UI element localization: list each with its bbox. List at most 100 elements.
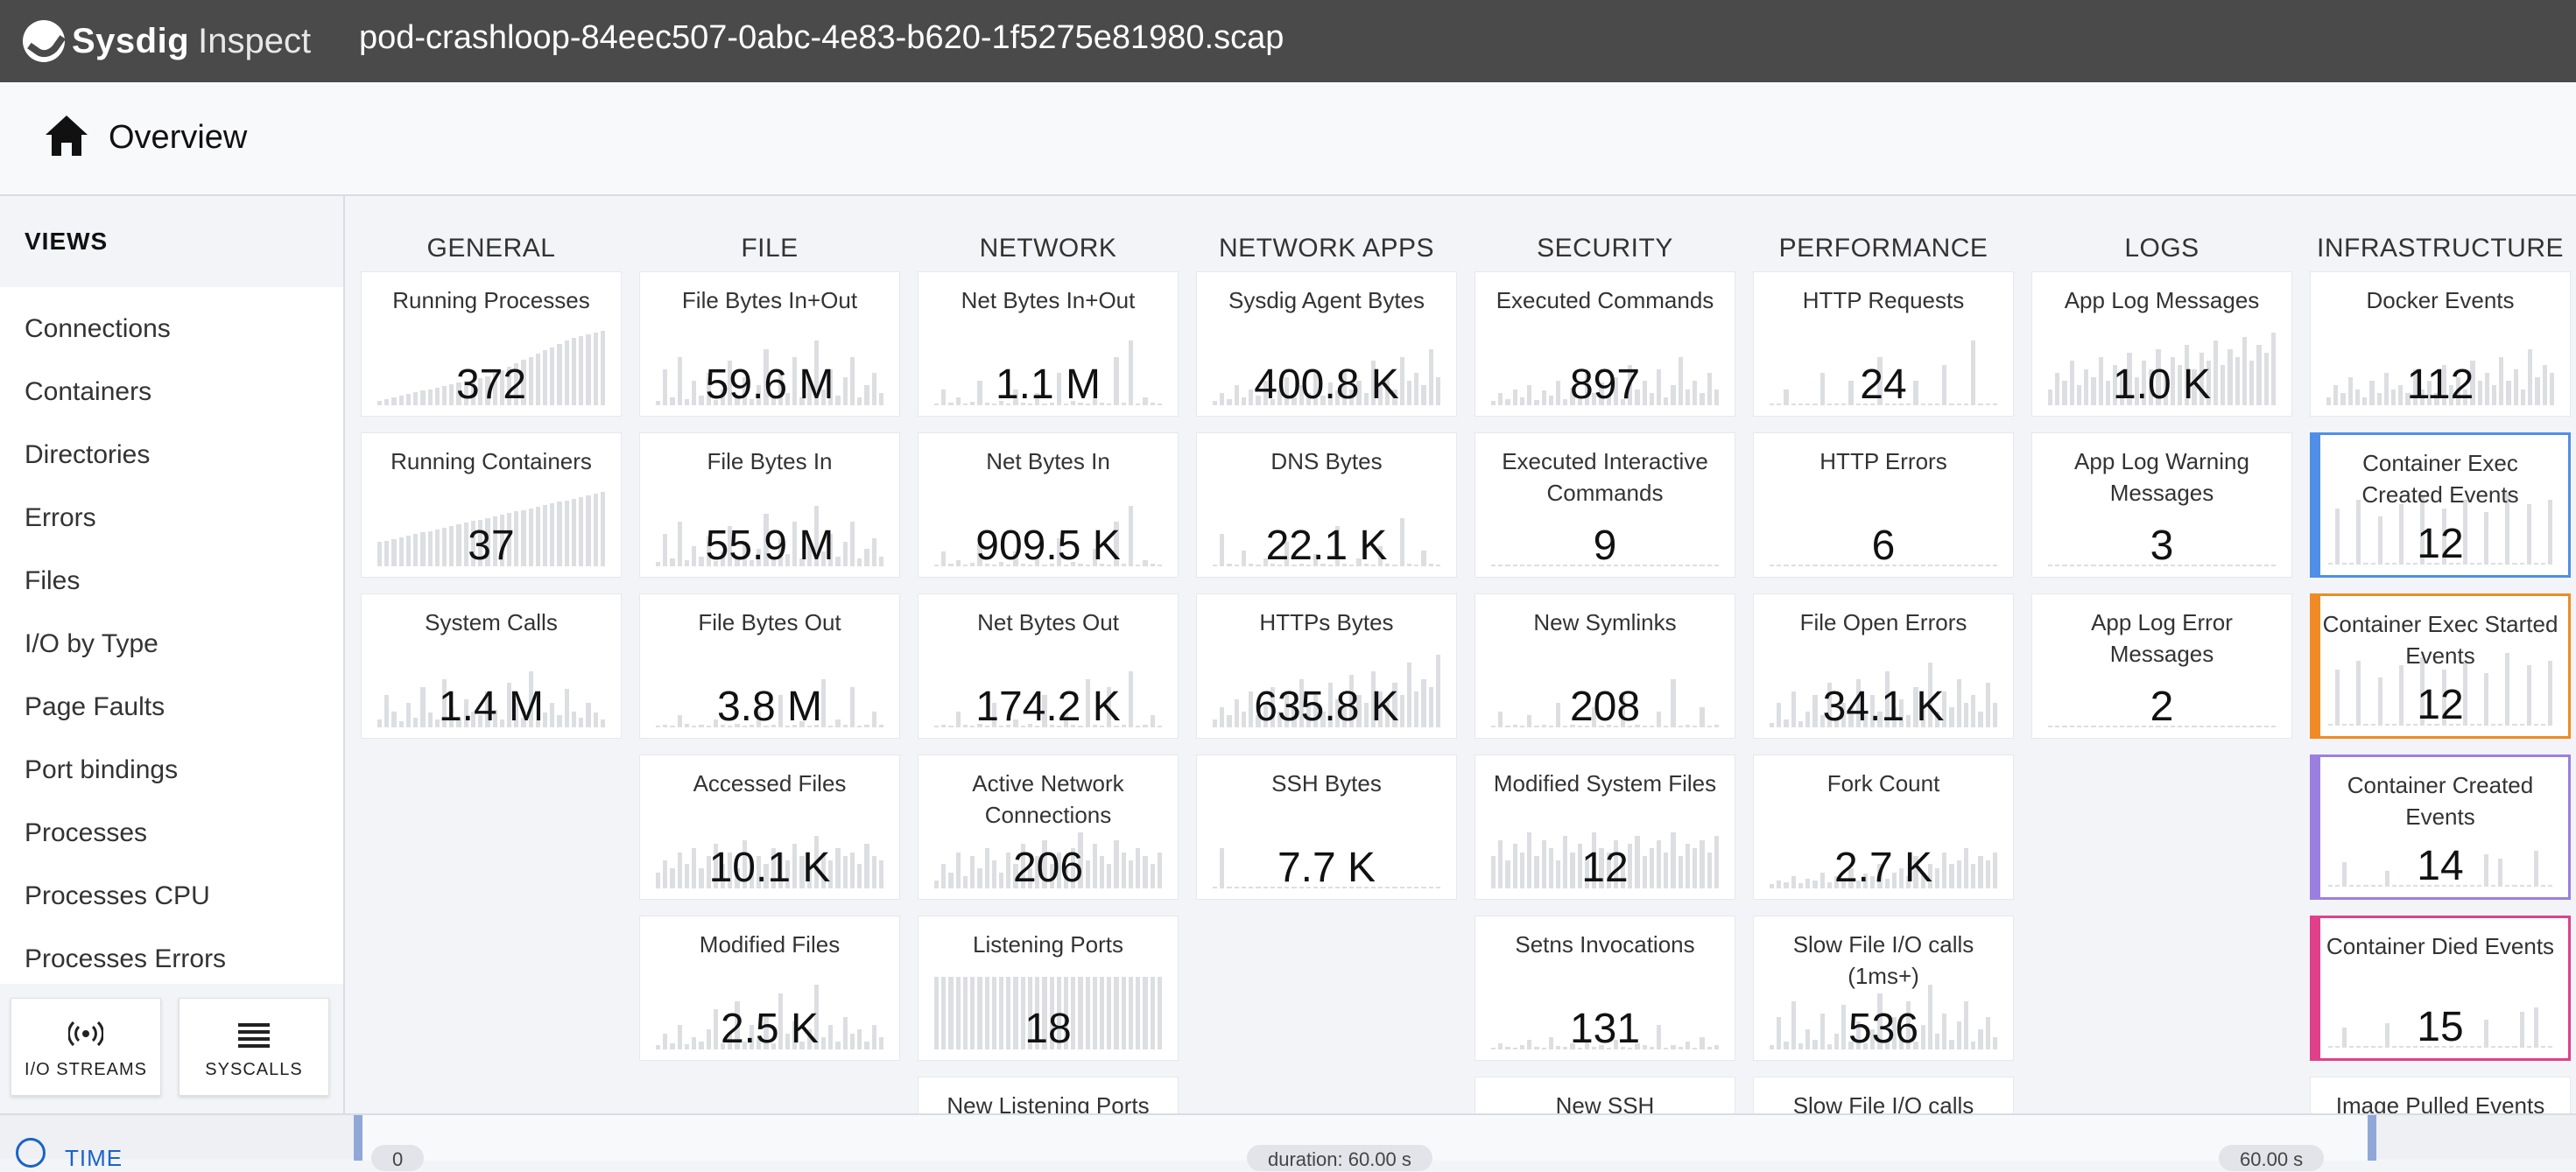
metric-tile-app-log-error-messages[interactable]: App Log Error Messages 2 (2031, 593, 2292, 739)
io-streams-button[interactable]: I/O STREAMS (11, 998, 161, 1096)
metric-value: 2.5 K (720, 1006, 820, 1052)
column-heading: SECURITY (1537, 234, 1673, 263)
metric-title: Sysdig Agent Bytes (1228, 287, 1425, 313)
sidebar-item-processes-errors[interactable]: Processes Errors (0, 928, 343, 991)
sidebar-item-containers[interactable]: Containers (0, 361, 343, 424)
metric-tile-new-ssh[interactable]: New SSH (1475, 1077, 1735, 1113)
metric-tile-app-log-messages[interactable]: App Log Messages 1.0 K (2031, 271, 2292, 417)
metric-tile-app-log-warning-messages[interactable]: App Log Warning Messages 3 (2031, 432, 2292, 578)
metric-tile-fork-count[interactable]: Fork Count 2.7 K (1753, 754, 2014, 900)
metric-title: Setns Invocations (1515, 931, 1695, 958)
metric-value: 59.6 M (705, 361, 834, 408)
views-list: Connections Containers Directories Errors Fi… (0, 287, 343, 991)
metric-tile-running-containers[interactable]: Running Containers 37 (361, 432, 622, 578)
metric-tile-modified-system-files[interactable]: Modified System Files 12 (1475, 754, 1735, 900)
metric-value: 536 (1848, 1006, 1919, 1052)
metric-value: 18 (1024, 1006, 1072, 1052)
metric-title: File Bytes In+Out (681, 287, 858, 313)
timeline-start: 0 (371, 1145, 425, 1171)
sidebar-item-processes-cpu[interactable]: Processes CPU (0, 865, 343, 928)
sidebar-item-page-faults[interactable]: Page Faults (0, 676, 343, 739)
metric-tile-sysdig-agent-bytes[interactable]: Sysdig Agent Bytes 400.8 K (1196, 271, 1457, 417)
metric-value: 2.7 K (1833, 845, 1933, 891)
metric-tile-slow-file-i-o-calls[interactable]: Slow File I/O calls (1753, 1077, 2014, 1113)
metric-tile-file-bytes-in[interactable]: File Bytes In 55.9 M (639, 432, 900, 578)
sidebar-item-files[interactable]: Files (0, 550, 343, 613)
metric-tile-modified-files[interactable]: Modified Files 2.5 K (639, 916, 900, 1061)
metric-value: 1.4 M (438, 684, 545, 730)
metric-tile-net-bytes-in-out[interactable]: Net Bytes In+Out 1.1 M (918, 271, 1179, 417)
column-heading: FILE (741, 234, 799, 263)
metric-tile-executed-commands[interactable]: Executed Commands 897 (1475, 271, 1735, 417)
metric-value: 3.8 M (716, 684, 823, 730)
metric-title: DNS Bytes (1270, 448, 1383, 474)
metric-tile-active-network-connections[interactable]: Active Network Connections 206 (918, 754, 1179, 900)
metric-title: Docker Events (2366, 287, 2515, 313)
metric-value: 3 (2150, 523, 2174, 569)
metric-title: Net Bytes In+Out (961, 287, 1136, 313)
metric-title: Slow File I/O calls (1792, 1092, 1974, 1113)
syscalls-button[interactable]: SYSCALLS (179, 998, 329, 1096)
metric-tile-net-bytes-out[interactable]: Net Bytes Out 174.2 K (918, 593, 1179, 739)
column-heading: NETWORK APPS (1218, 234, 1435, 263)
metric-tile-container-died-events[interactable]: Container Died Events 15 (2310, 916, 2571, 1061)
views-heading: VIEWS (0, 196, 343, 287)
metric-tile-file-bytes-in-out[interactable]: File Bytes In+Out 59.6 M (639, 271, 900, 417)
metric-tile-listening-ports[interactable]: Listening Ports 18 (918, 916, 1179, 1061)
metric-tile-ssh-bytes[interactable]: SSH Bytes 7.7 K (1196, 754, 1457, 900)
metric-title: Image Pulled Events (2335, 1092, 2545, 1113)
sidebar-item-port-bindings[interactable]: Port bindings (0, 739, 343, 802)
metric-title: New Listening Ports (947, 1092, 1150, 1113)
metric-value: 12 (2417, 521, 2464, 567)
metric-tile-running-processes[interactable]: Running Processes 372 (361, 271, 622, 417)
metric-title: HTTPs Bytes (1259, 609, 1394, 635)
metric-value: 10.1 K (708, 845, 831, 891)
sidebar-item-errors[interactable]: Errors (0, 487, 343, 550)
metric-tile-setns-invocations[interactable]: Setns Invocations 131 (1475, 916, 1735, 1061)
metric-title: Modified Files (699, 931, 841, 958)
metric-value: 400.8 K (1254, 361, 1399, 408)
metric-tile-http-errors[interactable]: HTTP Errors 6 (1753, 432, 2014, 578)
metric-tile-http-requests[interactable]: HTTP Requests 24 (1753, 271, 2014, 417)
metric-value: 208 (1569, 684, 1641, 730)
io-streams-label: I/O STREAMS (25, 1060, 147, 1079)
metric-tile-file-open-errors[interactable]: File Open Errors 34.1 K (1753, 593, 2014, 739)
brand[interactable]: Sysdig Inspect (23, 16, 311, 67)
home-icon[interactable] (44, 114, 89, 158)
metric-tile-new-symlinks[interactable]: New Symlinks 208 (1475, 593, 1735, 739)
sidebar-item-connections[interactable]: Connections (0, 298, 343, 361)
metric-tile-accessed-files[interactable]: Accessed Files 10.1 K (639, 754, 900, 900)
metric-title: Accessed Files (693, 770, 847, 797)
metric-tile-executed-interactive-commands[interactable]: Executed Interactive Commands 9 (1475, 432, 1735, 578)
metric-title: Listening Ports (973, 931, 1123, 958)
metric-tile-slow-file-i-o-calls-1ms[interactable]: Slow File I/O calls (1ms+) 536 (1753, 916, 2014, 1061)
metric-tile-container-exec-started-events[interactable]: Container Exec Started Events 12 (2310, 593, 2571, 739)
metric-tile-file-bytes-out[interactable]: File Bytes Out 3.8 M (639, 593, 900, 739)
metric-value: 12 (2417, 682, 2464, 728)
column-security: SECURITY Executed Commands 897 Executed Int… (1475, 196, 1735, 1113)
sidebar-item-directories[interactable]: Directories (0, 424, 343, 487)
metric-value: 131 (1569, 1006, 1641, 1052)
metric-tile-container-created-events[interactable]: Container Created Events 14 (2310, 754, 2571, 900)
column-heading: NETWORK (979, 234, 1117, 263)
sidebar-item-i-o-by-type[interactable]: I/O by Type (0, 613, 343, 676)
metric-tile-https-bytes[interactable]: HTTPs Bytes 635.8 K (1196, 593, 1457, 739)
overview-header: Overview (0, 82, 2576, 196)
metric-tile-new-listening-ports[interactable]: New Listening Ports (918, 1077, 1179, 1113)
metric-value: 55.9 M (705, 523, 834, 569)
metric-value: 2 (2150, 684, 2174, 730)
metric-title: App Log Warning Messages (2074, 448, 2249, 506)
metric-tile-dns-bytes[interactable]: DNS Bytes 22.1 K (1196, 432, 1457, 578)
timeline-slider[interactable]: 0 duration: 60.00 s 60.00 s (354, 1115, 2376, 1171)
metric-tile-net-bytes-in[interactable]: Net Bytes In 909.5 K (918, 432, 1179, 578)
metric-tile-system-calls[interactable]: System Calls 1.4 M (361, 593, 622, 739)
time-bar: TIME 0 duration: 60.00 s 60.00 s (0, 1113, 2576, 1171)
sidebar-item-processes[interactable]: Processes (0, 802, 343, 865)
metric-title: Container Created Events (2347, 772, 2534, 830)
metric-value: 1.0 K (2112, 361, 2212, 408)
metric-tile-image-pulled-events[interactable]: Image Pulled Events (2310, 1077, 2571, 1113)
top-bar: Sysdig Inspect pod-crashloop-84eec507-0a… (0, 0, 2576, 82)
metric-tile-docker-events[interactable]: Docker Events 112 (2310, 271, 2571, 417)
metric-tile-container-exec-created-events[interactable]: Container Exec Created Events 12 (2310, 432, 2571, 578)
metric-title: File Bytes In (707, 448, 833, 474)
